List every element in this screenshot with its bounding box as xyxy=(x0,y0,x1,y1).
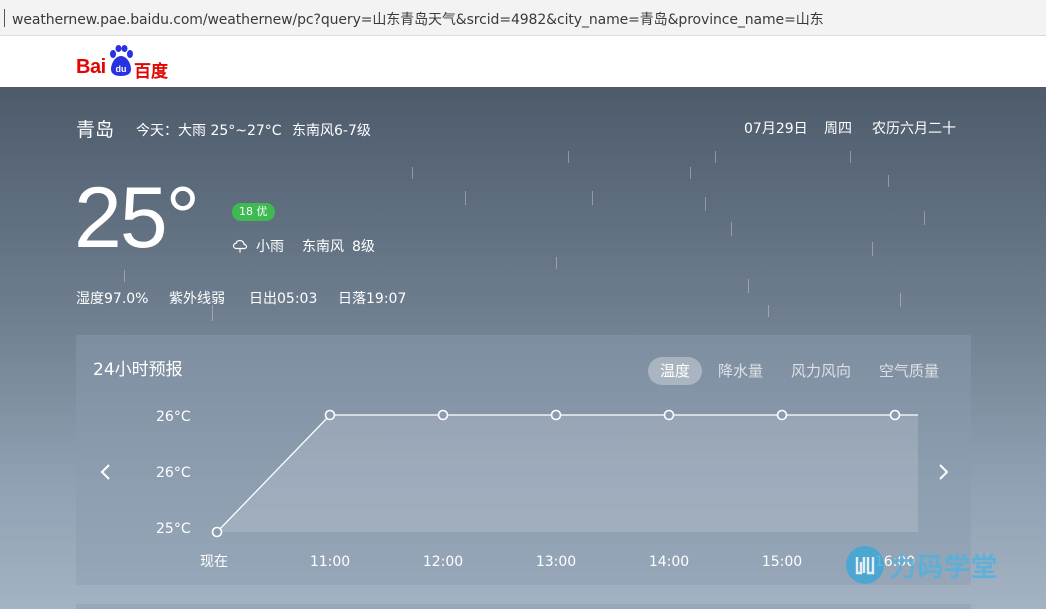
date: 07月29日 xyxy=(744,121,808,137)
baidu-logo[interactable]: Bai du 百度 xyxy=(76,45,176,82)
x-tick-label: 12:00 xyxy=(423,554,463,570)
watermark-logo-icon xyxy=(846,546,884,584)
site-header: Bai du 百度 xyxy=(0,37,1046,87)
temperature-point[interactable] xyxy=(889,409,901,421)
rain-drop xyxy=(715,151,716,163)
text-cursor xyxy=(4,9,5,27)
rain-drop xyxy=(872,242,873,256)
watermark: 力码学堂 xyxy=(846,546,998,584)
temperature-chart: 现在 11:00 12:00 13:00 14:00 15:00 16:00 xyxy=(200,409,918,570)
aqi-badge[interactable]: 18 优 xyxy=(232,203,275,221)
temperature-point[interactable] xyxy=(437,409,449,421)
rain-drop xyxy=(850,151,851,163)
weekday: 周四 xyxy=(824,121,852,137)
rain-drop xyxy=(768,305,769,317)
humidity: 湿度97.0% xyxy=(76,291,149,307)
wind-direction: 东南风 xyxy=(302,239,344,255)
logo-latin: Bai xyxy=(76,56,106,78)
lunar-date: 农历六月二十 xyxy=(872,121,956,137)
next-panel-edge xyxy=(76,604,971,609)
city-name: 青岛 xyxy=(76,119,115,141)
rain-drop xyxy=(705,197,706,211)
current-temperature: 25° xyxy=(74,170,200,266)
watermark-text: 力码学堂 xyxy=(890,552,999,583)
temperature-point[interactable] xyxy=(663,409,675,421)
uv-index: 紫外线弱 xyxy=(169,291,225,307)
rain-drop xyxy=(748,279,749,293)
rain-drop xyxy=(465,191,466,205)
rain-drop xyxy=(888,175,889,187)
weather-hero: 青岛 今天：大雨 25°~27°C 东南风6-7级 07月29日 周四 农历六月… xyxy=(0,87,1046,609)
rain-cloud-icon xyxy=(232,239,248,253)
x-tick-label: 现在 xyxy=(200,554,228,570)
sunset: 日落19:07 xyxy=(338,291,407,307)
condition-text: 小雨 xyxy=(256,239,284,255)
today-summary: 今天：大雨 25°~27°C xyxy=(136,123,282,139)
temperature-point[interactable] xyxy=(776,409,788,421)
temperature-point[interactable] xyxy=(550,409,562,421)
url-text[interactable]: weathernew.pae.baidu.com/weathernew/pc?q… xyxy=(12,9,824,29)
address-bar[interactable]: weathernew.pae.baidu.com/weathernew/pc?q… xyxy=(0,0,1046,36)
wind-level: 8级 xyxy=(352,239,375,255)
rain-drop xyxy=(731,222,732,236)
temperature-point[interactable] xyxy=(211,526,223,538)
paw-icon: du xyxy=(110,45,133,76)
rain-drop xyxy=(556,257,557,269)
logo-cn: 百度 xyxy=(134,62,168,82)
rain-drop xyxy=(924,211,925,225)
temperature-point[interactable] xyxy=(324,409,336,421)
x-tick-label: 14:00 xyxy=(649,554,689,570)
sunrise: 日出05:03 xyxy=(249,291,318,307)
rain-drop xyxy=(592,191,593,205)
rain-drop xyxy=(124,270,125,282)
today-wind: 东南风6-7级 xyxy=(292,123,371,139)
current-condition: 小雨 东南风 8级 xyxy=(232,236,375,256)
rain-drop xyxy=(412,167,413,179)
paw-text: du xyxy=(116,64,127,74)
x-tick-label: 11:00 xyxy=(310,554,350,570)
rain-drop xyxy=(900,293,901,307)
rain-drop xyxy=(568,151,569,163)
forecast-panel: 24小时预报 温度 降水量 风力风向 空气质量 26°C 26°C 25°C 现… xyxy=(76,335,971,585)
rain-drop xyxy=(690,167,691,179)
x-tick-label: 15:00 xyxy=(762,554,802,570)
temperature-area xyxy=(217,415,918,532)
x-tick-label: 13:00 xyxy=(536,554,576,570)
